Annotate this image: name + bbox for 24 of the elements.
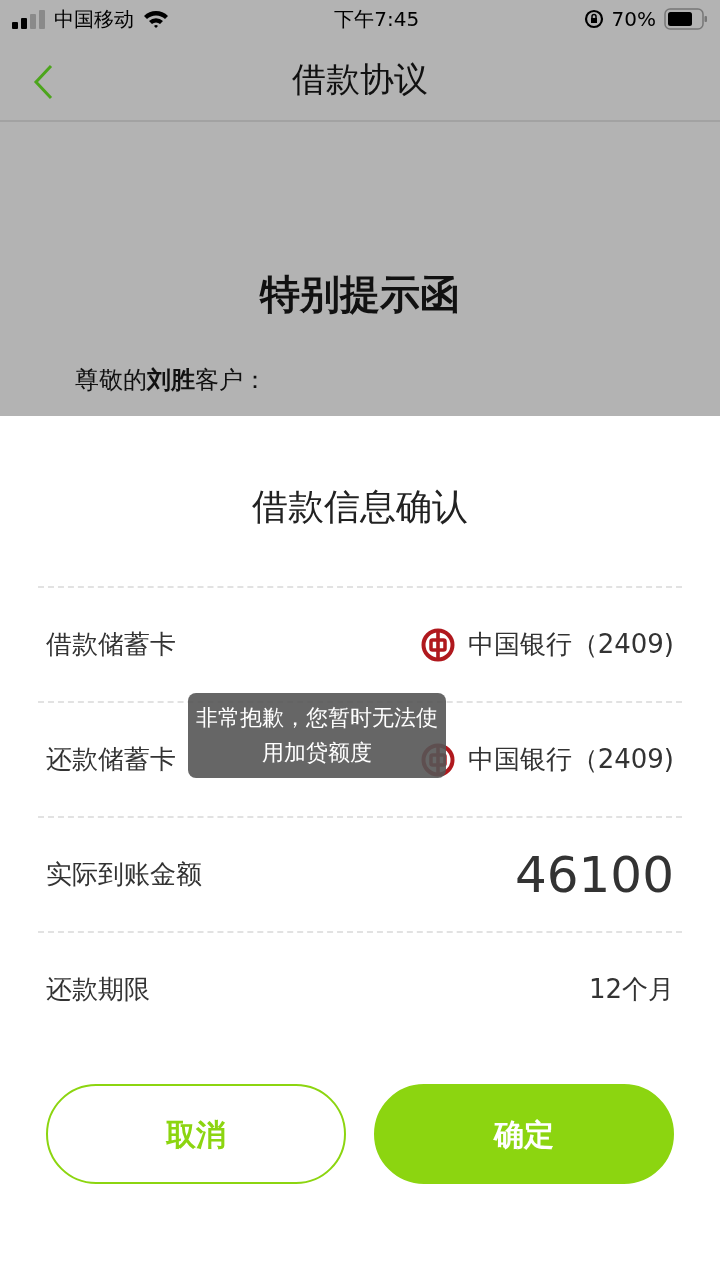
amount-value: 46100 [514, 849, 674, 900]
row-label: 实际到账金额 [46, 858, 202, 891]
confirm-button[interactable]: 确定 [374, 1084, 674, 1184]
toast-message: 非常抱歉，您暂时无法使用加贷额度 [188, 693, 446, 778]
wifi-icon [142, 9, 170, 29]
bank-card-value: 中国银行（2409) [467, 628, 674, 661]
bank-logo-icon [419, 626, 456, 663]
agreement-heading: 特别提示函 [260, 270, 460, 319]
rotation-lock-icon [583, 9, 604, 29]
greeting-text: 尊敬的刘胜客户： [75, 368, 268, 392]
row-label: 还款期限 [46, 973, 150, 1006]
cancel-button[interactable]: 取消 [46, 1084, 346, 1184]
sheet-title: 借款信息确认 [252, 485, 468, 529]
nav-title: 借款协议 [292, 57, 428, 101]
status-time: 下午7:45 [334, 6, 420, 33]
bank-card-value: 中国银行（2409) [467, 743, 674, 776]
carrier-name: 中国移动 [54, 6, 134, 33]
signal-icon [12, 9, 46, 29]
back-chevron-icon [33, 64, 53, 100]
row-label: 借款储蓄卡 [46, 628, 176, 661]
battery-icon [664, 8, 708, 30]
term-value: 12个月 [588, 973, 674, 1006]
row-label: 还款储蓄卡 [46, 743, 176, 776]
battery-percent: 70% [611, 6, 656, 33]
